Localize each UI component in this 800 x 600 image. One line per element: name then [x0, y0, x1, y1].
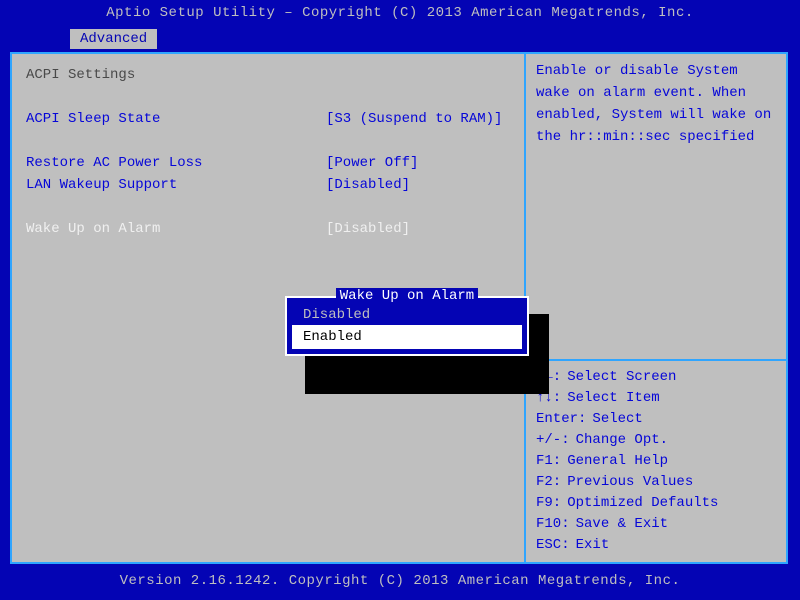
help-divider — [526, 359, 786, 361]
setting-value: [Disabled] — [326, 174, 510, 196]
key-desc: Exit — [576, 535, 610, 556]
panel-area: ACPI Settings ACPI Sleep State [S3 (Susp… — [0, 52, 800, 572]
popup-option-enabled[interactable]: Enabled — [293, 326, 521, 348]
key: ESC: — [536, 535, 570, 556]
popup-wake-up-on-alarm: Wake Up on Alarm Disabled Enabled — [285, 296, 529, 356]
setting-wake-up-on-alarm[interactable]: Wake Up on Alarm [Disabled] — [26, 218, 510, 240]
title-bar: Aptio Setup Utility – Copyright (C) 2013… — [0, 0, 800, 26]
section-heading: ACPI Settings — [26, 64, 510, 86]
setting-label: Restore AC Power Loss — [26, 152, 326, 174]
help-description: Enable or disable System wake on alarm e… — [536, 60, 776, 148]
setting-label: LAN Wakeup Support — [26, 174, 326, 196]
key-desc: Previous Values — [567, 472, 693, 493]
key: F2: — [536, 472, 561, 493]
setting-value: [S3 (Suspend to RAM)] — [326, 108, 510, 130]
setting-restore-ac-power-loss[interactable]: Restore AC Power Loss [Power Off] — [26, 152, 510, 174]
help-panel: Enable or disable System wake on alarm e… — [524, 52, 788, 564]
popup-option-disabled[interactable]: Disabled — [293, 304, 521, 326]
key: F9: — [536, 493, 561, 514]
key-desc: Change Opt. — [576, 430, 668, 451]
help-keys: →←:Select Screen ↑↓:Select Item Enter:Se… — [536, 367, 776, 556]
key-desc: Select Item — [567, 388, 659, 409]
popup-title: Wake Up on Alarm — [336, 288, 478, 304]
setting-value: [Power Off] — [326, 152, 510, 174]
key-desc: Optimized Defaults — [567, 493, 718, 514]
key: F1: — [536, 451, 561, 472]
key-desc: Select Screen — [567, 367, 676, 388]
key-desc: Save & Exit — [576, 514, 668, 535]
key: Enter: — [536, 409, 586, 430]
key: F10: — [536, 514, 570, 535]
key: +/-: — [536, 430, 570, 451]
setting-label: Wake Up on Alarm — [26, 218, 326, 240]
footer-bar: Version 2.16.1242. Copyright (C) 2013 Am… — [0, 572, 800, 600]
key-desc: Select — [592, 409, 642, 430]
key-desc: General Help — [567, 451, 668, 472]
setting-acpi-sleep-state[interactable]: ACPI Sleep State [S3 (Suspend to RAM)] — [26, 108, 510, 130]
setting-label: ACPI Sleep State — [26, 108, 326, 130]
setting-value: [Disabled] — [326, 218, 510, 240]
setting-lan-wakeup-support[interactable]: LAN Wakeup Support [Disabled] — [26, 174, 510, 196]
tab-row: Advanced — [0, 26, 800, 52]
tab-advanced[interactable]: Advanced — [70, 29, 157, 49]
